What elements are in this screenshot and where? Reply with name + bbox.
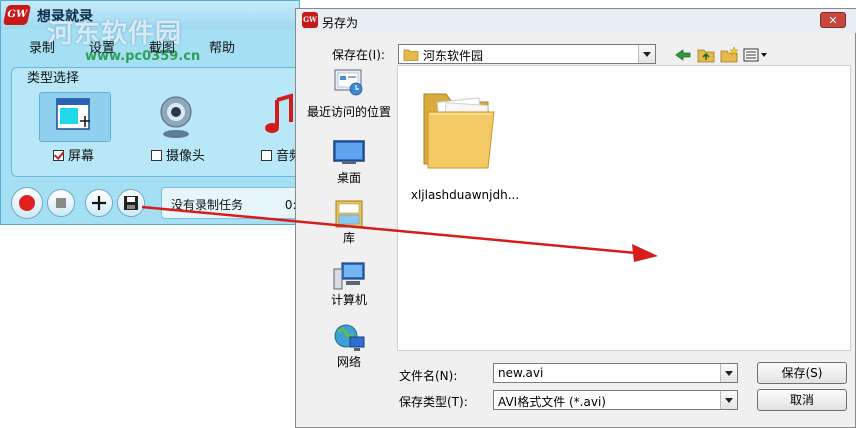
menu-help[interactable]: 帮助 [209,37,235,56]
dialog-title: 另存为 [322,16,359,30]
stop-icon [56,198,66,208]
desktop-icon [333,140,365,164]
folder-icon [423,93,495,169]
chevron-down-icon[interactable] [720,391,737,409]
source-webcam-button[interactable] [141,92,211,140]
save-in-dropdown[interactable]: 河东软件园 [398,44,656,64]
save-as-dialog: GW 另存为 ✕ 保存在(I): 河东软件园 最近访问的位置 桌面 库 计算机 … [295,8,856,428]
place-desktop-label: 桌面 [336,171,361,185]
network-icon [334,324,365,351]
screen-checkbox[interactable] [53,150,64,161]
place-network[interactable]: 网络 [306,323,392,375]
computer-icon [333,262,365,290]
place-computer[interactable]: 计算机 [306,261,392,313]
filetype-value: AVI格式文件 (*.avi) [498,395,606,409]
place-desktop[interactable]: 桌面 [306,139,392,191]
place-network-label: 网络 [336,355,361,369]
file-list[interactable]: xljlashduawnjdh... [397,65,851,351]
place-libraries-label: 库 [342,231,355,245]
source-screen-label: 屏幕 [68,149,95,164]
close-button[interactable]: ✕ [820,12,846,28]
view-menu-icon[interactable] [743,47,771,63]
music-note-icon [265,93,293,133]
source-audio-button[interactable] [247,92,299,140]
back-arrow-icon[interactable] [674,47,692,63]
place-computer-label: 计算机 [330,293,367,307]
folder-name: xljlashduawnjdh... [410,188,520,202]
add-icon [92,196,106,210]
app-logo: GW [2,5,32,25]
up-folder-icon[interactable] [697,47,715,63]
source-webcam-option[interactable]: 摄像头 [151,145,205,164]
source-screen-button[interactable] [39,92,111,142]
folder-item[interactable]: xljlashduawnjdh... [410,76,520,206]
add-task-button[interactable] [85,189,113,217]
menu-bar: 录制 设置 截图 帮助 [1,31,299,57]
cancel-button[interactable]: 取消 [757,389,847,411]
recorder-window: GW 想录就录 河东软件园 www.pc0359.cn 录制 设置 截图 帮助 … [0,0,300,225]
chevron-down-icon[interactable] [720,364,737,382]
place-recent-label: 最近访问的位置 [306,105,391,119]
screen-capture-icon [56,98,90,130]
chevron-down-icon[interactable] [638,45,655,63]
save-button[interactable] [117,189,145,217]
status-message: 没有录制任务 [171,198,244,212]
menu-settings[interactable]: 设置 [89,37,115,56]
webcam-checkbox[interactable] [151,150,162,161]
filename-label: 文件名(N): [399,369,458,383]
libraries-icon [335,200,363,228]
places-bar: 最近访问的位置 桌面 库 计算机 网络 [306,65,392,405]
stop-button[interactable] [47,189,75,217]
filetype-label: 保存类型(T): [399,395,468,409]
save-in-value: 河东软件园 [423,49,484,63]
source-webcam-label: 摄像头 [166,149,206,164]
menu-screenshot[interactable]: 截图 [149,37,175,56]
place-libraries[interactable]: 库 [306,199,392,251]
filetype-dropdown[interactable]: AVI格式文件 (*.avi) [493,390,738,410]
dialog-app-icon: GW [302,12,318,28]
webcam-icon [160,96,192,138]
save-icon [124,196,138,210]
dialog-titlebar [296,9,856,33]
record-icon [19,195,35,211]
new-folder-icon[interactable] [720,47,738,63]
save-confirm-button[interactable]: 保存(S) [757,362,847,384]
menu-record[interactable]: 录制 [29,37,55,56]
recent-places-icon [334,69,363,96]
filename-input[interactable]: new.avi [493,363,738,383]
filename-value: new.avi [498,366,544,380]
save-in-label: 保存在(I): [332,48,385,62]
folder-small-icon [403,49,419,61]
source-screen-option[interactable]: 屏幕 [53,145,94,164]
audio-checkbox[interactable] [261,150,272,161]
place-recent[interactable]: 最近访问的位置 [306,67,392,137]
source-type-label: 类型选择 [27,71,80,86]
record-button[interactable] [11,187,43,219]
status-text: 没有录制任务 0:0 [171,196,299,213]
